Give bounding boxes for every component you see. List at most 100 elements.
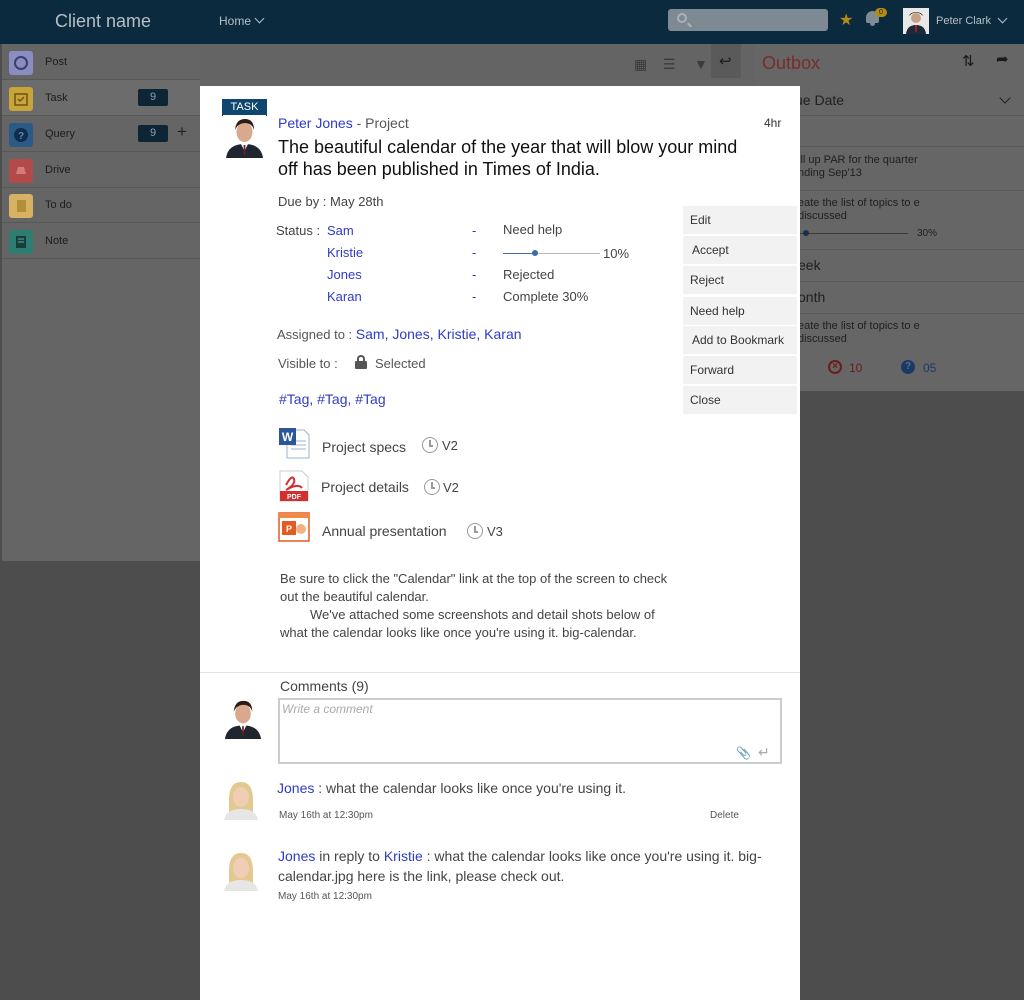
progress-knob bbox=[803, 230, 809, 236]
sidebar-item-post[interactable]: Post bbox=[2, 44, 200, 80]
comment-body: : what the calendar looks like once you'… bbox=[314, 780, 626, 796]
comment-box[interactable]: 📎 ↵ bbox=[278, 698, 782, 764]
query-icon: ? bbox=[9, 123, 33, 147]
sidebar-item-label: Task bbox=[45, 92, 68, 104]
pdf-icon[interactable]: PDF bbox=[278, 470, 310, 502]
notification-badge: 0 bbox=[875, 8, 887, 17]
comment-time: May 16th at 12:30pm bbox=[278, 891, 372, 902]
list-view-icon[interactable]: ☰ bbox=[663, 56, 676, 73]
visibility-value[interactable]: Selected bbox=[375, 356, 426, 371]
progress-knob[interactable] bbox=[532, 250, 538, 256]
group-week[interactable]: eek bbox=[798, 257, 821, 273]
group-month[interactable]: onth bbox=[798, 289, 825, 305]
sort-icon[interactable]: ⇅ bbox=[962, 52, 975, 70]
search-box[interactable] bbox=[668, 9, 828, 31]
todo-icon bbox=[9, 194, 33, 218]
sidebar-item-label: Query bbox=[45, 128, 75, 140]
author-name[interactable]: Peter Jones bbox=[278, 115, 353, 131]
file-name[interactable]: Annual presentation bbox=[322, 523, 447, 539]
reject-button[interactable]: Reject bbox=[683, 266, 797, 294]
attach-icon[interactable]: 📎 bbox=[736, 746, 751, 760]
client-name[interactable]: Client name bbox=[55, 11, 151, 32]
sidebar-item-todo[interactable]: To do bbox=[2, 187, 200, 223]
filter-icon[interactable]: ▼ bbox=[694, 56, 708, 72]
assigned-people[interactable]: Sam, Jones, Kristie, Karan bbox=[356, 326, 522, 342]
home-label: Home bbox=[219, 14, 252, 28]
outbox-item[interactable]: ill up PAR for the quarter nding Sep'13 bbox=[798, 154, 928, 180]
status-separator: - bbox=[472, 245, 477, 260]
add-query-button[interactable]: + bbox=[177, 122, 187, 142]
file-name[interactable]: Project specs bbox=[322, 439, 406, 455]
author-avatar[interactable] bbox=[223, 115, 266, 158]
progress-bar bbox=[798, 233, 908, 234]
author-line: Peter Jones - Project bbox=[278, 115, 409, 131]
chevron-down-icon bbox=[254, 13, 265, 24]
comment-text: Jones in reply to Kristie : what the cal… bbox=[278, 846, 778, 886]
sidebar-item-drive[interactable]: Drive bbox=[2, 152, 200, 188]
svg-text:W: W bbox=[282, 430, 294, 444]
status-separator: - bbox=[472, 223, 477, 238]
close-button[interactable]: Close bbox=[683, 386, 797, 414]
chevron-down-icon[interactable] bbox=[997, 13, 1008, 24]
send-icon[interactable]: ↵ bbox=[758, 744, 770, 761]
grid-view-icon[interactable]: ▦ bbox=[634, 56, 647, 73]
tags[interactable]: #Tag, #Tag, #Tag bbox=[279, 391, 386, 407]
history-icon[interactable] bbox=[424, 479, 440, 495]
lock-icon bbox=[355, 355, 367, 369]
need-help-button[interactable]: Need help bbox=[683, 297, 797, 325]
status-value: Rejected bbox=[503, 267, 555, 282]
commenter-avatar[interactable] bbox=[220, 849, 262, 891]
star-icon[interactable]: ★ bbox=[839, 10, 853, 30]
svg-text:PDF: PDF bbox=[287, 494, 302, 501]
task-context: - Project bbox=[356, 115, 409, 131]
status-label: Status : bbox=[276, 223, 321, 238]
reply-button[interactable]: ↩ bbox=[711, 44, 741, 78]
comment-text: Jones : what the calendar looks like onc… bbox=[277, 778, 757, 798]
comments-title: Comments (9) bbox=[280, 678, 369, 694]
delete-comment-button[interactable]: Delete bbox=[710, 810, 739, 821]
home-menu[interactable]: Home bbox=[219, 13, 265, 28]
assigned-to: Assigned to : Sam, Jones, Kristie, Karan bbox=[277, 326, 522, 342]
task-description: Be sure to click the "Calendar" link at … bbox=[280, 570, 680, 642]
svg-text:P: P bbox=[286, 524, 292, 534]
sidebar-item-query[interactable]: ? Query 9 + bbox=[2, 116, 200, 152]
history-icon[interactable] bbox=[422, 437, 438, 453]
status-value: Complete 30% bbox=[503, 289, 589, 304]
sidebar-item-note[interactable]: Note bbox=[2, 223, 200, 259]
outbox-item[interactable]: eate the list of topics to e discussed bbox=[798, 320, 928, 346]
comment-author[interactable]: Jones bbox=[277, 780, 314, 796]
comment-reply-label: in reply to bbox=[315, 848, 384, 864]
file-version: V2 bbox=[443, 480, 459, 495]
reply-icon: ↩ bbox=[719, 53, 732, 70]
status-person[interactable]: Karan bbox=[327, 289, 362, 304]
chevron-down-icon bbox=[999, 92, 1011, 104]
status-person[interactable]: Kristie bbox=[327, 245, 363, 260]
reply-target[interactable]: Kristie bbox=[384, 848, 423, 864]
share-icon[interactable]: ➦ bbox=[996, 50, 1009, 68]
status-separator: - bbox=[472, 289, 477, 304]
status-person[interactable]: Jones bbox=[327, 267, 362, 282]
add-to-bookmark-button[interactable]: Add to Bookmark bbox=[683, 326, 797, 354]
history-icon[interactable] bbox=[467, 523, 483, 539]
commenter-avatar[interactable] bbox=[220, 778, 262, 820]
current-user-avatar bbox=[222, 697, 264, 739]
task-title: The beautiful calendar of the year that … bbox=[278, 137, 738, 179]
outbox-title: Outbox bbox=[762, 53, 821, 73]
sort-label: ue Date bbox=[795, 92, 845, 108]
sidebar-item-task[interactable]: Task 9 bbox=[2, 80, 200, 116]
outbox-item[interactable]: eate the list of topics to e discussed bbox=[798, 197, 928, 223]
forward-button[interactable]: Forward bbox=[683, 356, 797, 384]
sidebar-item-label: To do bbox=[45, 199, 72, 211]
file-name[interactable]: Project details bbox=[321, 479, 409, 495]
ppt-icon[interactable]: P bbox=[278, 512, 310, 544]
comment-author[interactable]: Jones bbox=[278, 848, 315, 864]
comment-input[interactable] bbox=[282, 702, 732, 716]
accept-button[interactable]: Accept bbox=[683, 236, 797, 264]
user-name[interactable]: Peter Clark bbox=[936, 15, 991, 27]
user-avatar[interactable] bbox=[903, 8, 929, 34]
status-person[interactable]: Sam bbox=[327, 223, 354, 238]
visible-label: Visible to : bbox=[278, 356, 338, 371]
query-icon: ? bbox=[901, 360, 915, 374]
edit-button[interactable]: Edit bbox=[683, 206, 797, 234]
word-icon[interactable]: W bbox=[278, 427, 310, 459]
